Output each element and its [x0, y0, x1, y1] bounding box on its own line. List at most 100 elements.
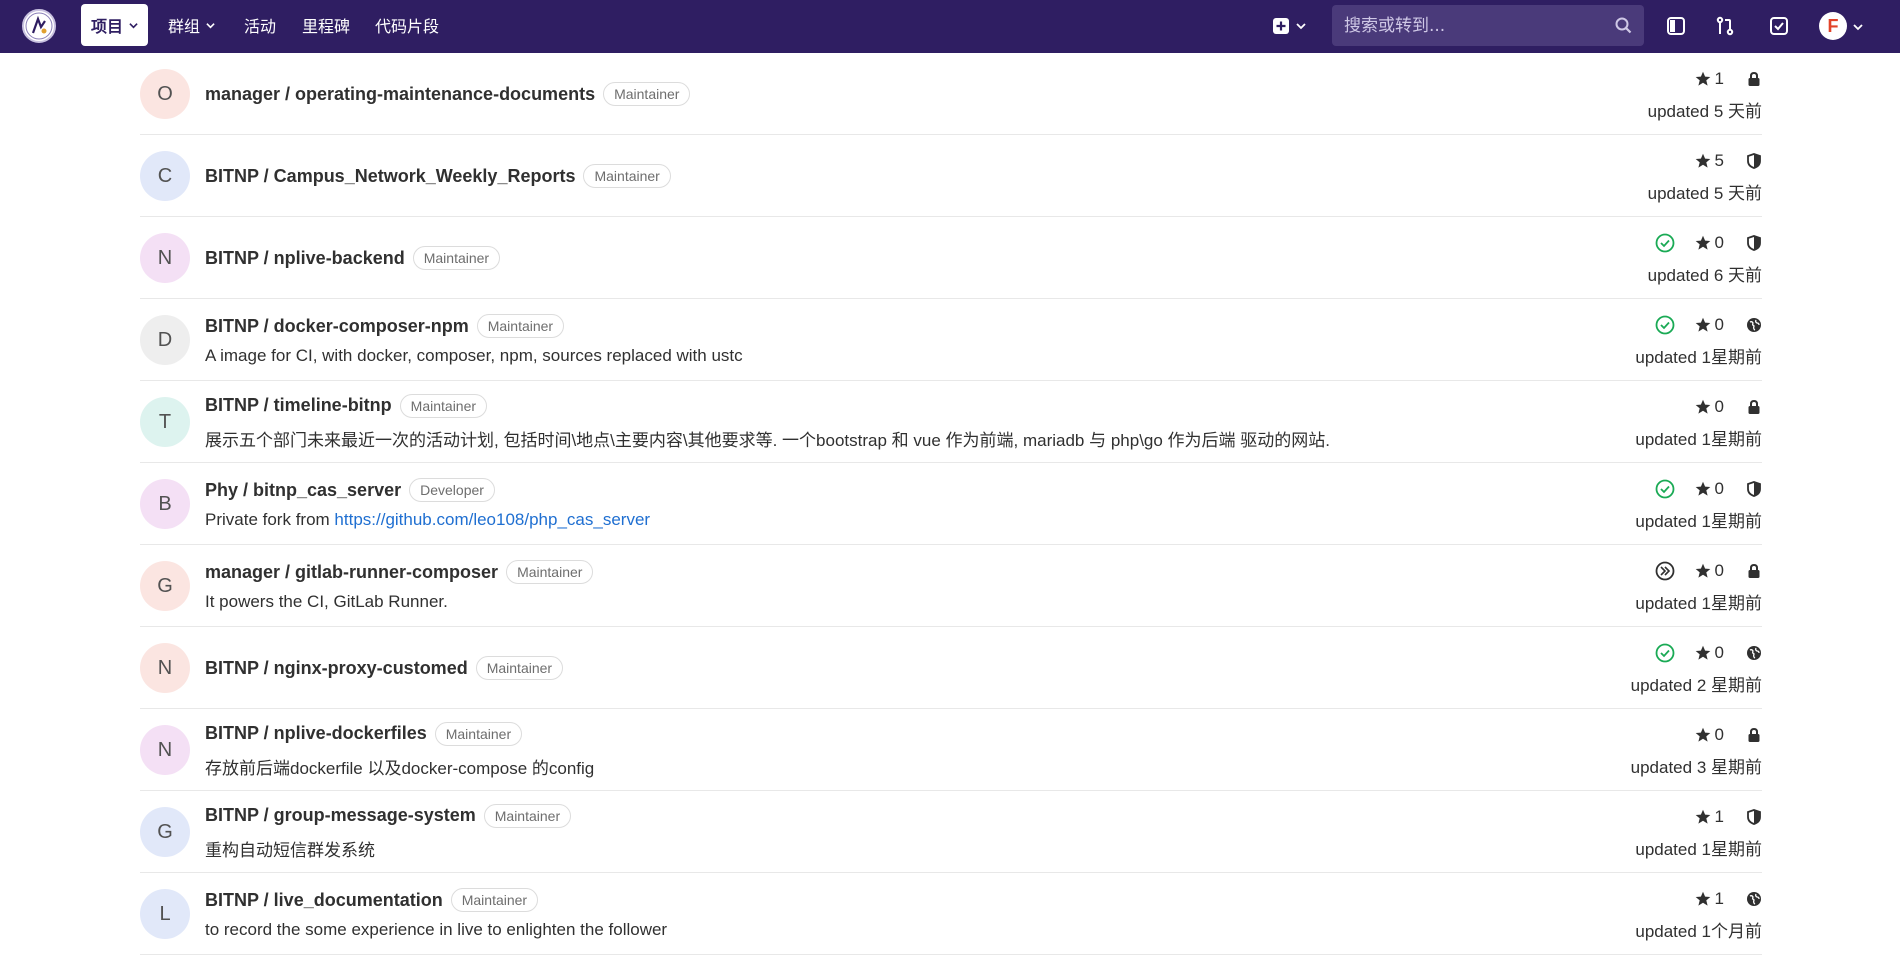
- project-name-link[interactable]: BITNP / group-message-system: [205, 805, 476, 826]
- project-avatar[interactable]: B: [140, 479, 190, 529]
- project-name-link[interactable]: BITNP / live_documentation: [205, 890, 443, 911]
- project-meta-icons: 0: [1655, 231, 1762, 255]
- star-icon: [1695, 153, 1711, 169]
- project-row[interactable]: D BITNP / docker-composer-npm Maintainer A …: [140, 299, 1762, 381]
- todo-check-icon[interactable]: [1767, 14, 1791, 38]
- project-name-link[interactable]: BITNP / nplive-backend: [205, 248, 405, 269]
- project-avatar[interactable]: C: [140, 151, 190, 201]
- search-box[interactable]: [1332, 5, 1644, 46]
- project-row[interactable]: C BITNP / Campus_Network_Weekly_Reports Ma…: [140, 135, 1762, 217]
- star-icon: [1695, 317, 1711, 333]
- project-meta-icons: 0: [1655, 641, 1762, 665]
- project-info: BITNP / nplive-backend Maintainer: [205, 217, 501, 299]
- project-avatar[interactable]: T: [140, 397, 190, 447]
- star-count[interactable]: 1: [1695, 69, 1724, 89]
- top-navbar: 项目 群组 活动 里程碑 代码片段 F: [0, 0, 1900, 53]
- updated-timestamp: updated 1星期前: [1635, 347, 1762, 367]
- star-count-value: 0: [1714, 232, 1724, 252]
- nav-groups-dropdown[interactable]: 群组: [158, 4, 225, 46]
- chevron-down-icon[interactable]: [1853, 22, 1863, 32]
- role-badge: Maintainer: [434, 721, 523, 746]
- project-row[interactable]: N BITNP / nplive-dockerfiles Maintainer 存放前…: [140, 709, 1762, 791]
- star-count[interactable]: 0: [1695, 315, 1724, 335]
- user-avatar[interactable]: F: [1819, 12, 1847, 40]
- project-name-link[interactable]: Phy / bitnp_cas_server: [205, 480, 401, 501]
- project-meta: 0 updated 1星期前: [1635, 381, 1762, 463]
- project-info: manager / operating-maintenance-document…: [205, 53, 691, 135]
- project-description-text: 展示五个部门未来最近一次的活动计划, 包括时间\地点\主要内容\其他要求等. 一…: [205, 430, 1330, 450]
- star-count[interactable]: 0: [1695, 233, 1724, 253]
- project-description: 展示五个部门未来最近一次的活动计划, 包括时间\地点\主要内容\其他要求等. 一…: [205, 426, 1330, 451]
- project-row[interactable]: B Phy / bitnp_cas_server Developer Private …: [140, 463, 1762, 545]
- project-avatar[interactable]: G: [140, 807, 190, 857]
- star-count-value: 0: [1714, 724, 1724, 744]
- project-row[interactable]: T BITNP / timeline-bitnp Maintainer 展示五个部门未…: [140, 381, 1762, 463]
- star-count[interactable]: 0: [1695, 397, 1724, 417]
- star-icon: [1695, 809, 1711, 825]
- star-count-value: 1: [1714, 68, 1724, 88]
- project-meta: 0 updated 1星期前: [1635, 463, 1762, 545]
- star-icon: [1695, 563, 1711, 579]
- project-row[interactable]: Omanager / operating-maintenance-documen…: [140, 53, 1762, 135]
- pipeline-passed-icon[interactable]: [1655, 315, 1675, 335]
- search-icon: [1615, 17, 1632, 34]
- star-count[interactable]: 0: [1695, 643, 1724, 663]
- nav-projects-dropdown[interactable]: 项目: [81, 4, 149, 46]
- project-avatar[interactable]: N: [140, 233, 190, 283]
- nav-activity-label: 活动: [244, 17, 277, 36]
- star-count[interactable]: 1: [1695, 889, 1724, 909]
- star-count[interactable]: 0: [1695, 725, 1724, 745]
- pipeline-skipped-icon[interactable]: [1655, 561, 1675, 581]
- project-name-link[interactable]: manager / operating-maintenance-document…: [205, 84, 595, 105]
- project-name-link[interactable]: BITNP / nplive-dockerfiles: [205, 723, 427, 744]
- pipeline-passed-icon[interactable]: [1655, 479, 1675, 499]
- role-badge: Maintainer: [476, 314, 565, 338]
- project-name-link[interactable]: BITNP / Campus_Network_Weekly_Reports: [205, 166, 575, 187]
- project-meta: 0 updated 6 天前: [1648, 217, 1762, 299]
- star-count[interactable]: 0: [1695, 561, 1724, 581]
- project-name-link[interactable]: BITNP / nginx-proxy-customed: [205, 658, 468, 679]
- shield-icon: [1746, 234, 1762, 251]
- new-item-dropdown[interactable]: [1268, 14, 1310, 38]
- star-count-value: 5: [1714, 150, 1724, 170]
- project-meta-icons: 0: [1695, 395, 1762, 419]
- project-row[interactable]: Gmanager / gitlab-runner-composer Maintai…: [140, 545, 1762, 627]
- star-count-value: 1: [1714, 806, 1724, 826]
- project-avatar[interactable]: N: [140, 643, 190, 693]
- updated-timestamp: updated 1个月前: [1635, 921, 1762, 941]
- project-info: manager / gitlab-runner-composer Maintain…: [205, 545, 594, 627]
- globe-icon: [1746, 317, 1762, 333]
- project-avatar[interactable]: L: [140, 889, 190, 939]
- project-row[interactable]: N BITNP / nginx-proxy-customed Maintainer 0…: [140, 627, 1762, 709]
- project-name-link[interactable]: BITNP / timeline-bitnp: [205, 395, 392, 416]
- nav-projects-label: 项目: [91, 17, 124, 36]
- project-name-link[interactable]: BITNP / docker-composer-npm: [205, 316, 469, 337]
- merge-request-icon[interactable]: [1713, 14, 1737, 38]
- nav-milestones[interactable]: 里程碑: [292, 4, 360, 46]
- project-row[interactable]: L BITNP / live_documentation Maintainer to …: [140, 873, 1762, 955]
- nav-activity[interactable]: 活动: [234, 4, 286, 46]
- project-meta-icons: 0: [1655, 313, 1762, 337]
- star-count[interactable]: 0: [1695, 479, 1724, 499]
- project-avatar[interactable]: O: [140, 69, 190, 119]
- project-row[interactable]: N BITNP / nplive-backend Maintainer 0 update…: [140, 217, 1762, 299]
- sidebar-toggle-icon[interactable]: [1664, 14, 1688, 38]
- star-icon: [1695, 727, 1711, 743]
- project-avatar[interactable]: N: [140, 725, 190, 775]
- pipeline-passed-icon[interactable]: [1655, 233, 1675, 253]
- nav-snippets-label: 代码片段: [375, 17, 440, 36]
- search-input[interactable]: [1344, 15, 1604, 36]
- star-count-value: 0: [1714, 478, 1724, 498]
- nav-snippets[interactable]: 代码片段: [365, 4, 449, 46]
- project-avatar[interactable]: G: [140, 561, 190, 611]
- chevron-down-icon: [1296, 23, 1306, 30]
- project-name-link[interactable]: manager / gitlab-runner-composer: [205, 562, 498, 583]
- project-avatar[interactable]: D: [140, 315, 190, 365]
- project-description-link[interactable]: https://github.com/leo108/php_cas_server: [334, 510, 650, 529]
- star-count[interactable]: 1: [1695, 807, 1724, 827]
- logo-icon[interactable]: [22, 9, 56, 43]
- pipeline-passed-icon[interactable]: [1655, 643, 1675, 663]
- star-count[interactable]: 5: [1695, 151, 1724, 171]
- project-title-line: BITNP / timeline-bitnp Maintainer: [205, 393, 1330, 418]
- project-row[interactable]: G BITNP / group-message-system Maintainer 重…: [140, 791, 1762, 873]
